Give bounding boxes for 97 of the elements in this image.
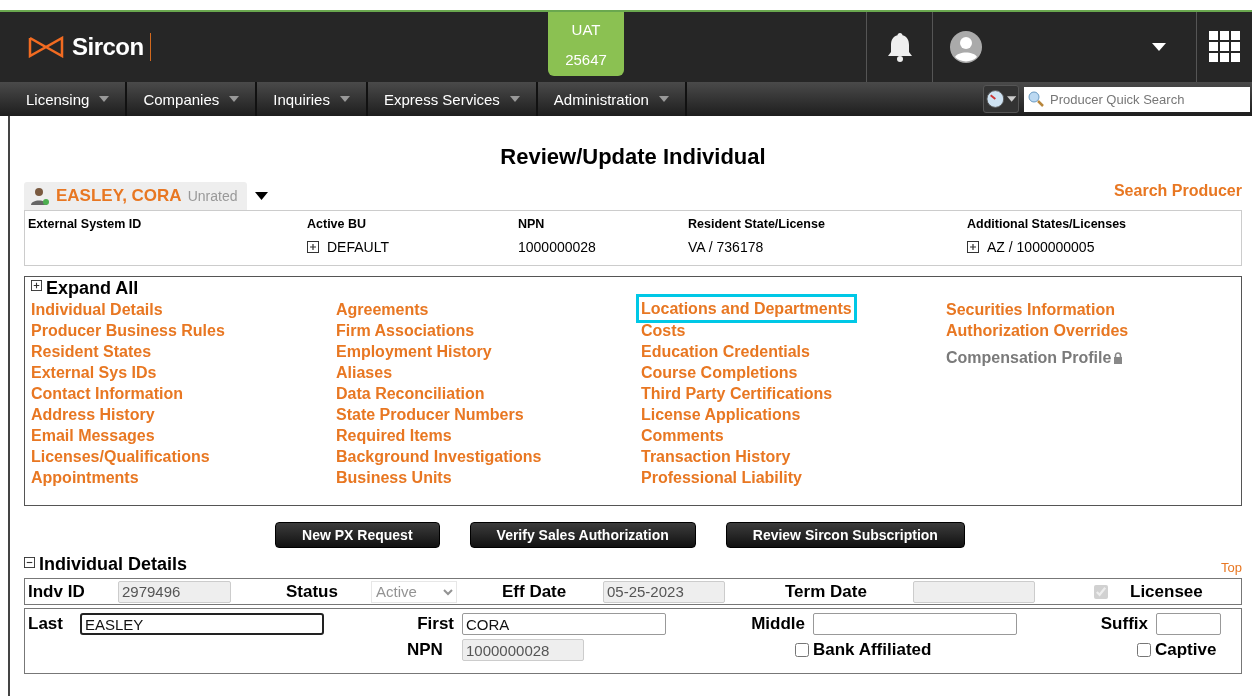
text-field[interactable]: CORA [462,613,666,635]
section-link[interactable]: Address History [31,405,155,424]
caret-icon [339,96,350,102]
section-link[interactable]: Data Reconciliation [336,384,485,403]
field-label: NPN [407,640,444,660]
gauge-icon [986,89,1005,109]
expand-all-label[interactable]: Expand All [46,278,139,299]
quick-search-box[interactable]: Producer Quick Search [1024,86,1250,112]
summary-value: VA / 736178 [688,239,764,255]
section-link[interactable]: Authorization Overrides [946,321,1129,340]
top-link[interactable]: Top [1221,560,1242,575]
action-button[interactable]: New PX Request [275,522,440,548]
caret-icon[interactable] [1152,43,1166,51]
field-label: Last [28,614,64,634]
logo-icon [28,36,64,58]
section-link[interactable]: Agreements [336,300,429,319]
field-label: Term Date [785,581,868,602]
producer-tab[interactable]: EASLEY, CORA Unrated [24,182,248,210]
section-link[interactable]: Appointments [31,468,139,487]
caret-icon[interactable] [255,192,269,200]
summary-heading: External System ID [28,217,143,231]
summary-value: 1000000028 [518,239,596,255]
section-title: Individual Details [39,554,188,575]
section-link[interactable]: External Sys IDs [31,363,157,382]
producer-name: EASLEY, CORA [56,186,182,206]
page-title: Review/Update Individual [499,144,767,170]
field-label: Suffix [1100,614,1149,634]
text-field[interactable] [813,613,1017,635]
summary-value: DEFAULT [327,239,389,255]
section-link[interactable]: Aliases [336,363,393,382]
section-link[interactable]: Resident States [31,342,152,361]
summary-heading: Resident State/License [688,217,826,231]
section-link[interactable]: Employment History [336,342,492,361]
action-button[interactable]: Verify Sales Authorization [469,522,696,548]
collapse-icon[interactable] [24,557,35,568]
section-link[interactable]: Contact Information [31,384,183,403]
section-link[interactable]: Background Investigations [336,447,542,466]
menu-item[interactable]: Express Services [367,82,538,116]
checkbox-label: Captive [1155,640,1217,660]
checkbox-label: Licensee [1130,581,1203,602]
action-button[interactable]: Review Sircon Subscription [725,522,965,548]
section-link[interactable]: Third Party Certifications [641,384,833,403]
producer-rating: Unrated [187,188,238,204]
checkbox[interactable] [1137,643,1151,657]
app-grid-icon[interactable] [1208,31,1241,63]
user-avatar-icon[interactable] [950,31,982,63]
text-field[interactable]: EASLEY [80,613,324,635]
section-link[interactable]: Business Units [336,468,452,487]
search-producer-link[interactable]: Search Producer [1113,182,1242,200]
caret-icon [229,96,240,102]
checkbox[interactable] [795,643,809,657]
section-link[interactable]: Required Items [336,426,452,445]
section-link[interactable]: Firm Associations [336,321,475,340]
menu-item[interactable]: Inquiries [257,82,368,116]
person-icon [30,186,50,206]
section-link[interactable]: Licenses/Qualifications [31,447,210,466]
field-label: Eff Date [502,581,568,602]
caret-icon [99,96,110,102]
caret-icon [1006,96,1016,102]
section-link[interactable]: Transaction History [641,447,791,466]
dashboard-button[interactable] [983,85,1019,113]
section-link[interactable]: Securities Information [946,300,1115,319]
menu-item[interactable]: Administration [537,82,687,116]
expand-icon[interactable] [967,241,979,253]
section-link[interactable]: Individual Details [31,300,163,319]
summary-value: AZ / 1000000005 [987,239,1095,255]
menu-item[interactable]: Licensing [10,82,128,116]
section-link[interactable]: State Producer Numbers [336,405,524,424]
environment-text: 25647 [565,50,607,68]
field-label: Indv ID [28,581,86,602]
logo-text: Sircon [72,33,151,61]
environment-text: UAT [571,20,601,38]
summary-heading: Active BU [307,217,368,231]
lock-icon [1113,351,1124,364]
summary-heading: Additional States/Licenses [967,217,1128,231]
field-label: Status [286,581,339,602]
section-link[interactable]: Education Credentials [641,342,810,361]
summary-heading: NPN [518,217,546,231]
caret-icon [509,96,520,102]
field-label: Middle [751,614,806,634]
section-link[interactable]: Comments [641,426,724,445]
checkbox-label: Bank Affiliated [813,640,932,660]
section-link[interactable]: License Applications [641,405,801,424]
section-link[interactable]: Costs [641,321,686,340]
section-link[interactable]: Locations and Departments [641,299,852,318]
text-field[interactable] [1156,613,1221,635]
search-icon [1028,91,1044,107]
section-link[interactable]: Email Messages [31,426,155,445]
caret-icon [658,96,669,102]
expand-icon[interactable] [307,241,319,253]
section-link[interactable]: Compensation Profile [946,348,1112,367]
field-label: First [417,614,455,634]
section-link[interactable]: Professional Liability [641,468,802,487]
menu-item[interactable]: Companies [127,82,258,116]
section-link[interactable]: Producer Business Rules [31,321,225,340]
expand-all-icon[interactable] [31,280,42,291]
section-link[interactable]: Course Completions [641,363,798,382]
